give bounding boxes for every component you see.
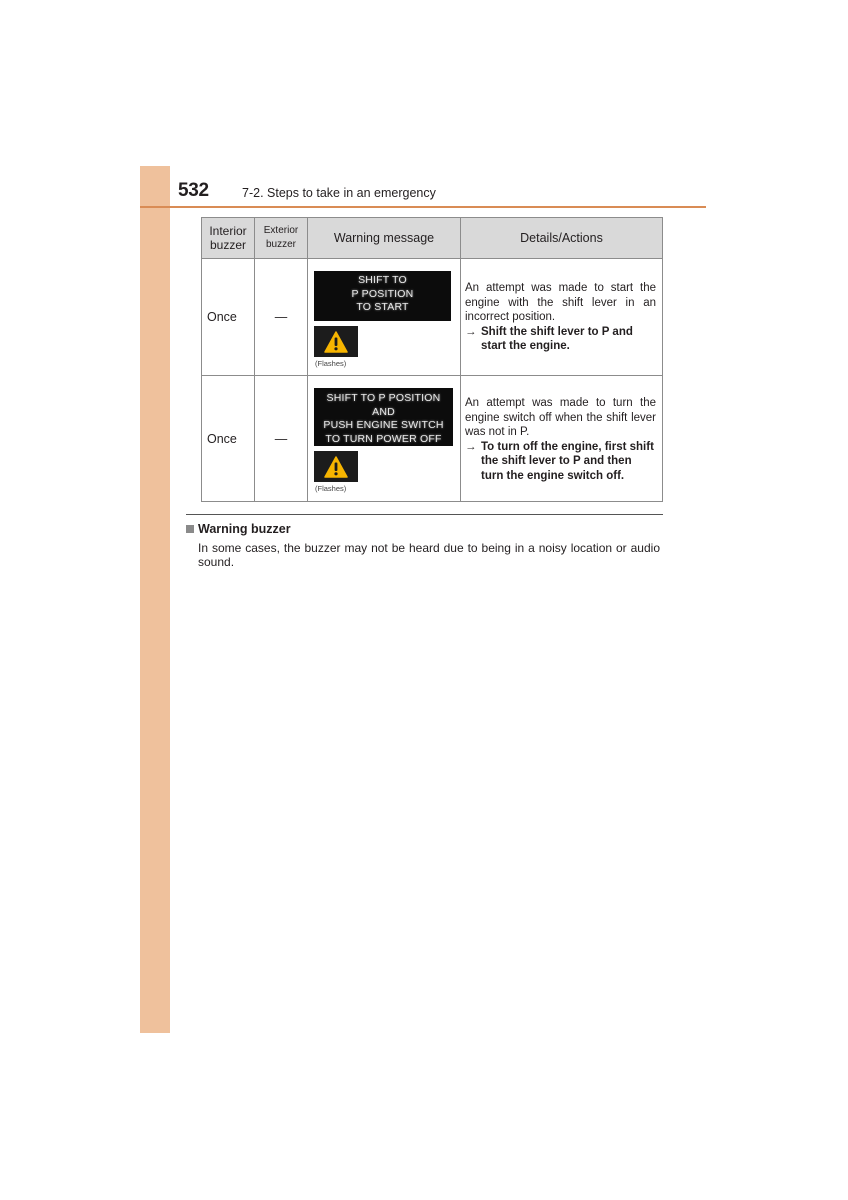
table-row: Once — SHIFT TO P POSITION TO START (Fla…	[201, 258, 663, 376]
notes-divider	[186, 514, 663, 515]
details-cell: An attempt was made to start the engine …	[460, 258, 663, 376]
warning-message-display: SHIFT TO P POSITION TO START	[314, 271, 451, 321]
icon-caption: (Flashes)	[315, 484, 347, 493]
interior-buzzer-cell: Once	[201, 375, 255, 502]
display-line: TO START	[356, 301, 409, 313]
detail-text: An attempt was made to start the engine …	[465, 282, 656, 323]
display-line: TO TURN POWER OFF	[325, 432, 442, 445]
column-header-exterior-buzzer: Exterior buzzer	[254, 217, 308, 259]
warning-triangle-icon	[314, 451, 358, 482]
section-title: 7-2. Steps to take in an emergency	[242, 186, 436, 200]
square-bullet-icon	[186, 525, 194, 533]
display-line: AND	[372, 405, 395, 418]
warning-table: Interior buzzer Exterior buzzer Warning …	[201, 217, 663, 502]
note-body: In some cases, the buzzer may not be hea…	[198, 541, 660, 569]
column-header-interior-buzzer: Interior buzzer	[201, 217, 255, 259]
details-cell: An attempt was made to turn the engine s…	[460, 375, 663, 502]
display-line: SHIFT TO	[358, 274, 407, 286]
arrow-icon: →	[465, 325, 477, 338]
icon-caption: (Flashes)	[315, 359, 347, 368]
display-line: P POSITION	[351, 287, 414, 300]
warning-message-display: SHIFT TO P POSITION AND PUSH ENGINE SWIT…	[314, 388, 453, 446]
column-header-text: Interior	[209, 224, 247, 238]
column-header-warning-message: Warning message	[307, 217, 461, 259]
action-item: → To turn off the engine, first shift th…	[465, 440, 656, 484]
interior-buzzer-cell: Once	[201, 258, 255, 376]
action-item: → Shift the shift lever to P and start t…	[465, 325, 656, 354]
display-line: SHIFT TO P POSITION	[326, 392, 441, 404]
column-header-text: Exterior	[263, 225, 299, 236]
note-heading: Warning buzzer	[186, 522, 291, 536]
exterior-buzzer-cell: —	[254, 258, 308, 376]
display-line: PUSH ENGINE SWITCH	[323, 419, 444, 431]
detail-text: An attempt was made to turn the engine s…	[465, 397, 656, 438]
column-header-text: buzzer	[209, 238, 247, 252]
table-row: Once — SHIFT TO P POSITION AND PUSH ENGI…	[201, 375, 663, 502]
warning-message-cell: SHIFT TO P POSITION AND PUSH ENGINE SWIT…	[307, 375, 461, 502]
warning-message-cell: SHIFT TO P POSITION TO START (Flashes)	[307, 258, 461, 376]
column-header-text: buzzer	[265, 239, 296, 250]
table-header-row: Interior buzzer Exterior buzzer Warning …	[201, 217, 663, 259]
page-number: 532	[178, 180, 209, 201]
column-header-details-actions: Details/Actions	[460, 217, 663, 259]
arrow-icon: →	[465, 440, 477, 453]
note-title: Warning buzzer	[198, 522, 291, 536]
action-text: Shift the shift lever to P and start the…	[481, 325, 633, 353]
action-text: To turn off the engine, first shift the …	[481, 440, 654, 482]
exterior-buzzer-cell: —	[254, 375, 308, 502]
header-rule	[140, 206, 706, 208]
warning-triangle-icon	[314, 326, 358, 357]
chapter-side-tab	[140, 166, 170, 1033]
